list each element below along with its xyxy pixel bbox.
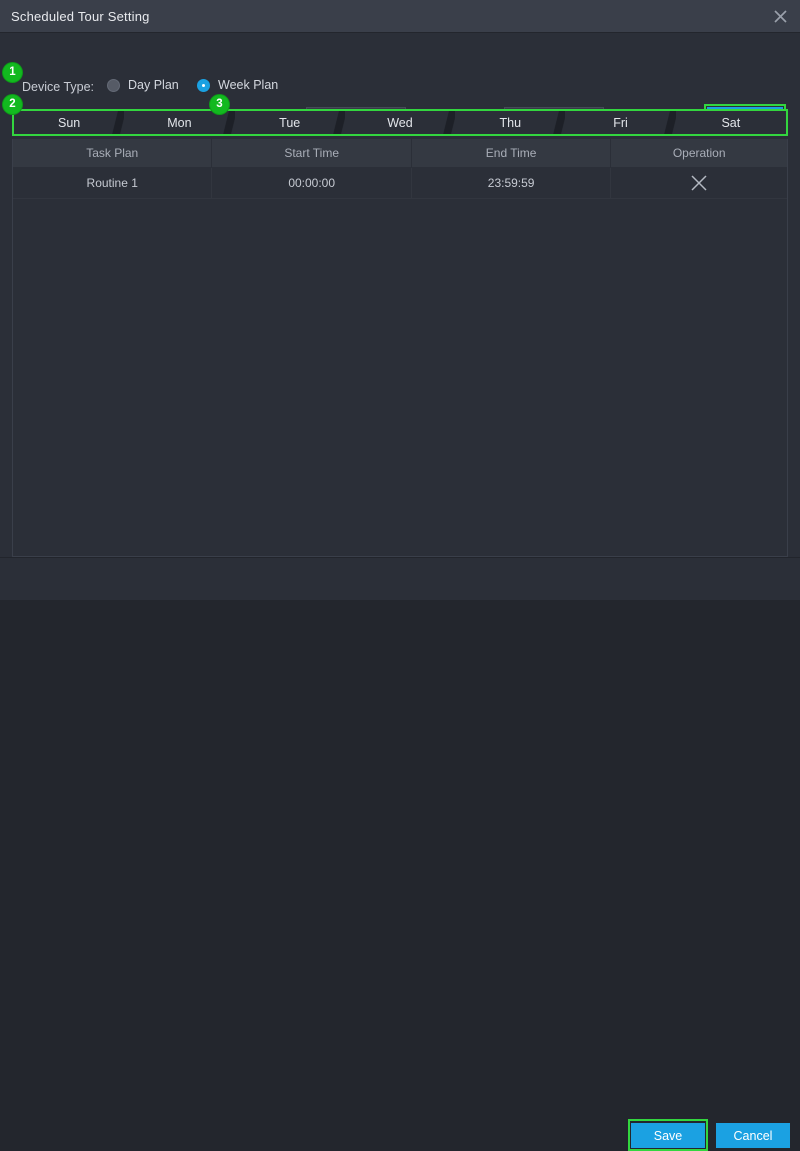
page-title: Scheduled Tour Setting — [11, 9, 150, 24]
column-header-start-time: Start Time — [212, 139, 412, 167]
step-badge-2: 2 — [3, 95, 22, 114]
tab-fri-label: Fri — [613, 115, 628, 130]
tab-thu[interactable]: Thu — [455, 111, 576, 134]
table-body: Routine 1 00:00:00 23:59:59 — [13, 168, 787, 199]
device-type-label: Device Type: — [22, 80, 95, 94]
schedule-table: Task Plan Start Time End Time Operation … — [12, 139, 788, 557]
radio-day-plan[interactable]: Day Plan — [107, 78, 179, 92]
column-header-end-time: End Time — [412, 139, 612, 167]
tab-sun[interactable]: Sun — [14, 111, 135, 134]
tab-thu-label: Thu — [499, 115, 522, 130]
delete-x-icon[interactable] — [690, 174, 708, 192]
tab-tue[interactable]: Tue — [234, 111, 356, 134]
tab-sat[interactable]: Sat — [675, 111, 786, 134]
column-header-task-plan: Task Plan — [13, 139, 213, 167]
tab-wed[interactable]: Wed — [344, 111, 466, 134]
dialog-footer: Save Cancel — [0, 557, 800, 1151]
form-area: 1 Device Type: Day Plan Week Plan 2 Task… — [0, 33, 800, 134]
tab-sun-label: Sun — [58, 115, 81, 130]
tab-fri[interactable]: Fri — [565, 111, 686, 134]
tab-mon[interactable]: Mon — [124, 111, 245, 134]
cell-operation — [611, 168, 787, 198]
cell-task-plan: Routine 1 — [13, 168, 213, 198]
radio-day-plan-label: Day Plan — [128, 78, 179, 92]
cell-start-time: 00:00:00 — [212, 168, 412, 198]
step-badge-1: 1 — [3, 63, 22, 82]
tab-tue-label: Tue — [279, 115, 301, 130]
tab-wed-label: Wed — [387, 115, 413, 130]
close-icon — [773, 9, 787, 23]
title-bar: Scheduled Tour Setting — [0, 0, 800, 33]
table-row[interactable]: Routine 1 00:00:00 23:59:59 — [13, 168, 787, 199]
cancel-button[interactable]: Cancel — [716, 1123, 790, 1148]
save-button[interactable]: Save — [631, 1123, 705, 1148]
radio-week-plan-label: Week Plan — [218, 78, 279, 92]
week-tab-strip: Sun Mon Tue Wed Thu Fri Sat — [14, 111, 786, 134]
scheduled-tour-setting-dialog: Scheduled Tour Setting 1 Device Type: Da… — [0, 0, 800, 1151]
table-header-row: Task Plan Start Time End Time Operation — [13, 139, 787, 168]
radio-week-plan-indicator — [197, 78, 210, 92]
close-button[interactable] — [760, 0, 800, 32]
radio-day-plan-indicator — [107, 78, 120, 92]
step-badge-3: 3 — [210, 95, 229, 114]
tab-mon-label: Mon — [167, 115, 192, 130]
cell-end-time: 23:59:59 — [412, 168, 612, 198]
column-header-operation: Operation — [672, 146, 726, 160]
tab-sat-label: Sat — [721, 115, 741, 130]
radio-week-plan[interactable]: Week Plan — [197, 78, 278, 92]
